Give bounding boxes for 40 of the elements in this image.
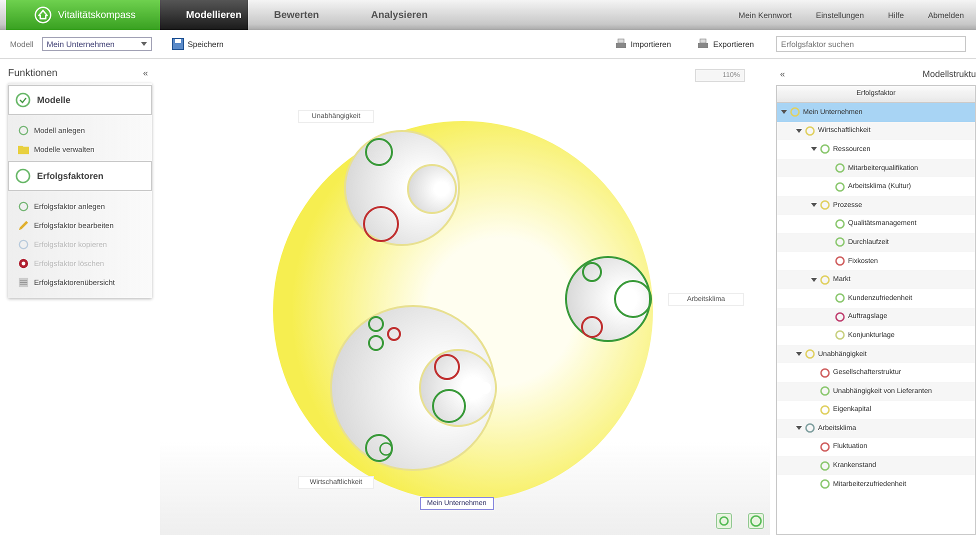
expand-triangle-icon[interactable] xyxy=(811,146,817,152)
expand-triangle-icon[interactable] xyxy=(811,276,817,283)
ring-icon xyxy=(18,125,29,136)
nav-tab[interactable]: Analysieren xyxy=(345,0,454,30)
user-link[interactable]: Abmelden xyxy=(916,0,976,30)
expand-triangle-icon[interactable] xyxy=(796,128,802,134)
ring-icon xyxy=(15,92,31,108)
section-header[interactable]: Modelle xyxy=(8,85,152,115)
user-link[interactable]: Hilfe xyxy=(876,0,916,30)
app-name: Vitalitätskompass xyxy=(58,10,136,20)
expand-triangle-icon[interactable] xyxy=(811,202,817,208)
model-label: Modell xyxy=(10,40,34,48)
model-dropdown[interactable]: Mein Unternehmen xyxy=(42,37,152,51)
search-field[interactable]: Erfolgsfaktor suchen xyxy=(776,36,966,52)
folder-icon xyxy=(18,144,29,155)
house-circle-icon xyxy=(34,6,52,24)
list-icon xyxy=(18,277,29,288)
printer-icon xyxy=(697,38,710,50)
dropdown-arrow-icon xyxy=(140,42,147,46)
panel-title: Modellstruktu xyxy=(922,69,976,79)
expand-triangle-icon[interactable] xyxy=(796,351,802,358)
import-button[interactable]: Importieren xyxy=(608,37,678,51)
nav-tab[interactable]: Modellieren xyxy=(160,0,248,30)
expand-triangle-icon[interactable] xyxy=(796,425,802,432)
save-button[interactable]: Speichern xyxy=(166,37,230,51)
expand-triangle-icon[interactable] xyxy=(781,109,787,116)
panel-title: Funktionen xyxy=(8,68,58,78)
ring-icon xyxy=(18,239,29,250)
section-header[interactable]: Erfolgsfaktoren xyxy=(8,161,152,191)
ring-icon xyxy=(18,201,29,212)
pencil-icon xyxy=(18,220,29,231)
collapse-button[interactable]: « xyxy=(776,69,790,79)
export-button[interactable]: Exportieren xyxy=(691,37,760,51)
delete-icon xyxy=(18,258,29,269)
ring-icon xyxy=(15,168,31,184)
nav-tab[interactable]: Bewerten xyxy=(248,0,346,30)
collapse-button[interactable]: « xyxy=(138,68,152,78)
user-link[interactable]: Einstellungen xyxy=(804,0,876,30)
printer-icon xyxy=(614,38,627,50)
user-link[interactable]: Mein Kennwort xyxy=(726,0,804,30)
